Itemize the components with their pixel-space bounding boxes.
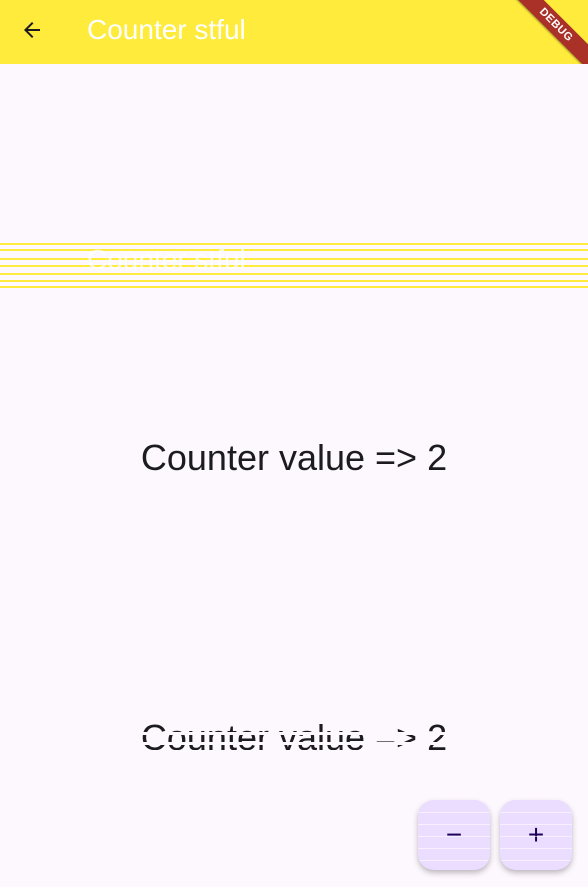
back-button[interactable] [8, 8, 56, 56]
arrow-back-icon [20, 18, 44, 47]
counter-value-ghost: Counter value => 2 [0, 712, 588, 750]
app-bar: Counter stful DEBUG [0, 0, 588, 64]
decrement-button[interactable]: − [418, 800, 490, 870]
debug-banner: DEBUG [500, 0, 588, 64]
counter-value-text: Counter value => 2 [140, 437, 448, 478]
increment-button[interactable]: + [500, 800, 572, 870]
page-title-ghost: Counter stful [87, 244, 246, 275]
page-title: Counter stful [87, 14, 246, 45]
app-bar-render-artifact: Counter stful [0, 240, 588, 288]
